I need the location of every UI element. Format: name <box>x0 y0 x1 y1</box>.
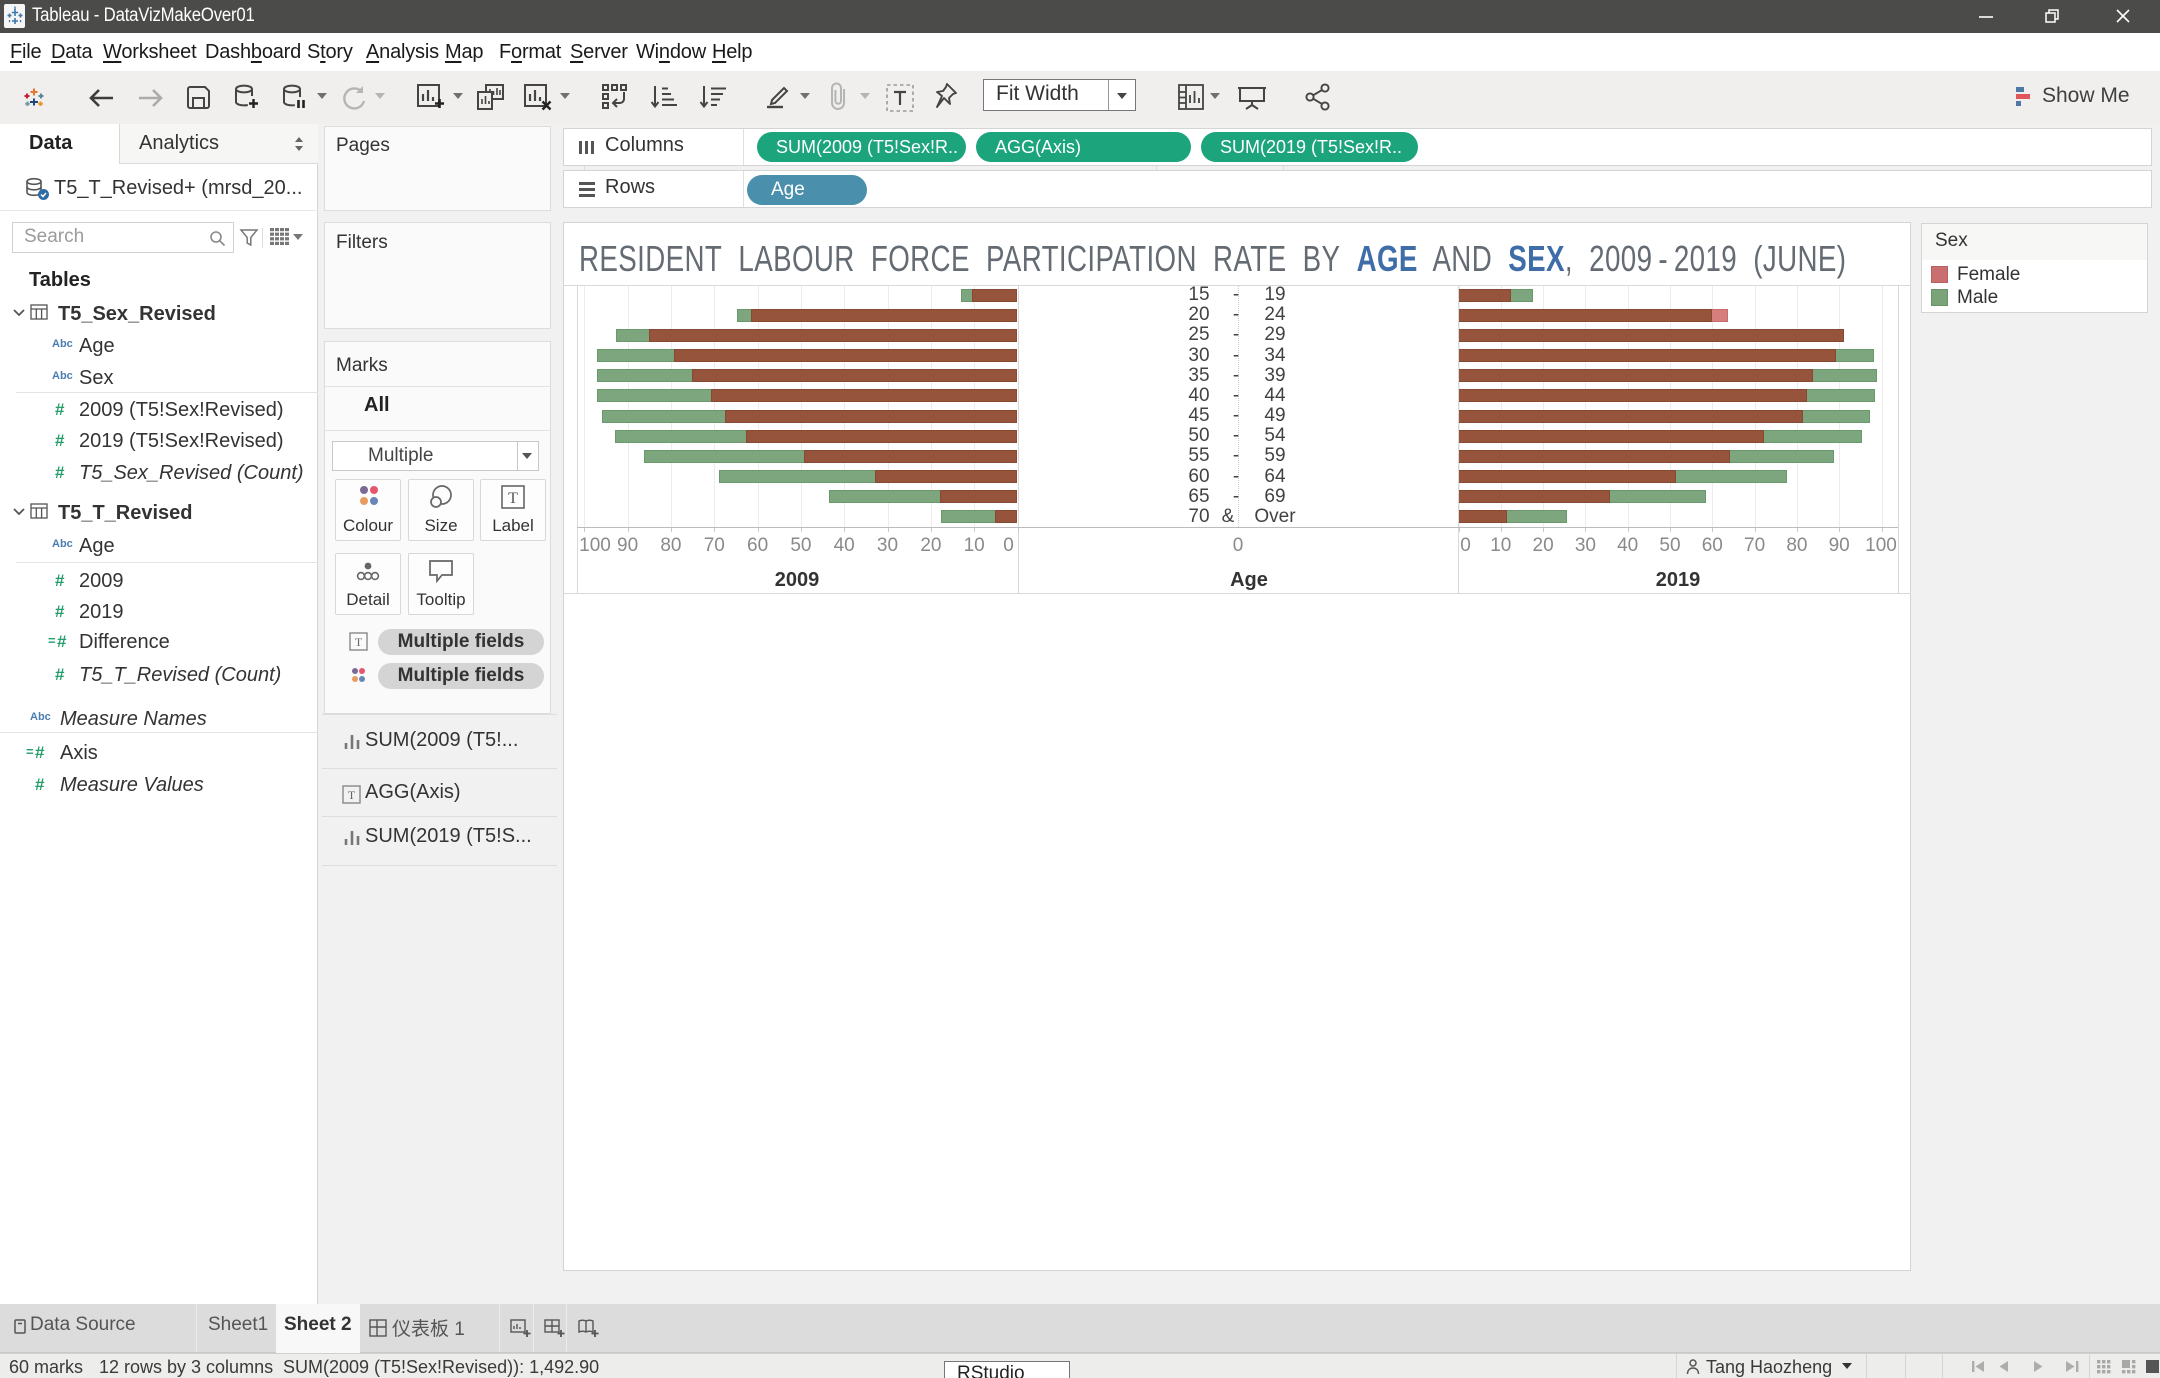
svg-text:T: T <box>355 635 363 649</box>
svg-text:T: T <box>508 490 518 507</box>
svg-text:T: T <box>348 788 356 802</box>
